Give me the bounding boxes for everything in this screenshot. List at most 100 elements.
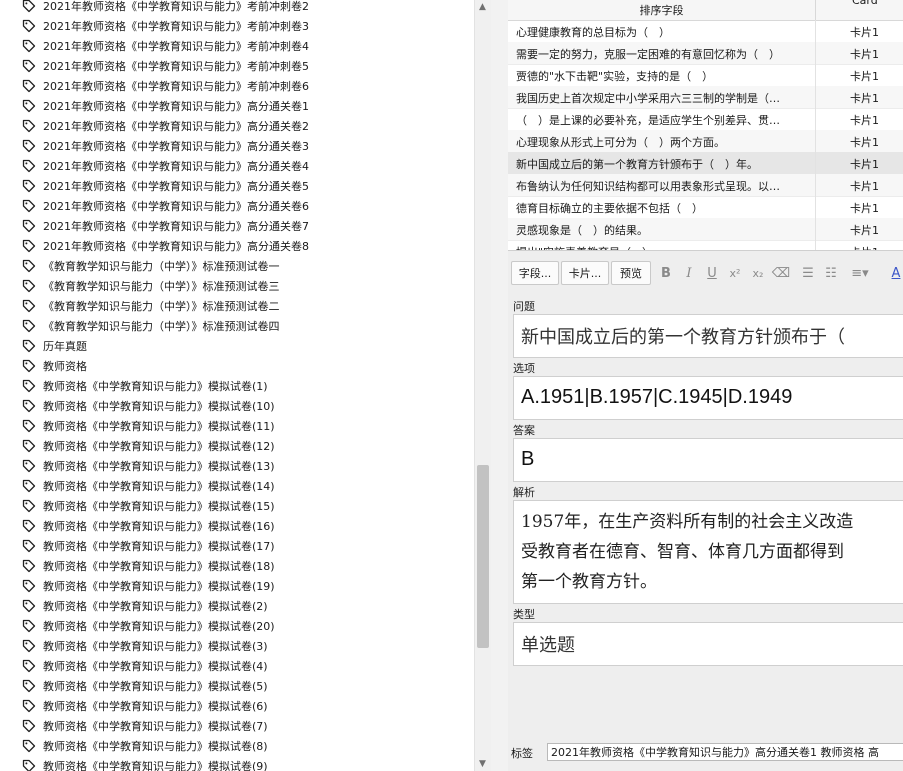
scrollbar-thumb[interactable] <box>477 465 489 648</box>
column-divider <box>815 240 816 250</box>
tag-tree-item[interactable]: 2021年教师资格《中学教育知识与能力》考前冲刺卷5 <box>0 56 474 76</box>
analysis-line[interactable]: 受教育者在德育、智育、体育几方面都得到 <box>521 537 903 567</box>
tag-tree-item[interactable]: 教师资格《中学教育知识与能力》模拟试卷(17) <box>0 536 474 556</box>
card-table: 排序字段 Card 心理健康教育的总目标为（ ）卡片1 需要一定的努力，克服一定困… <box>508 0 903 251</box>
table-row[interactable]: 提出"实施素养教育是（ ） 卡片1 <box>508 240 903 250</box>
scroll-down-arrow-icon[interactable]: ▼ <box>479 760 486 769</box>
pane-splitter[interactable] <box>491 0 508 771</box>
sort-field-cell: （ ）是上课的必要补充，是适应学生个别差异、贯… <box>516 114 780 127</box>
table-row[interactable]: 灵感现象是（ ）的结果。 卡片1 <box>508 218 903 241</box>
table-row[interactable]: （ ）是上课的必要补充，是适应学生个别差异、贯… 卡片1 <box>508 108 903 131</box>
column-header-card[interactable]: Card <box>815 0 903 20</box>
numbered-list-icon[interactable]: ☷ <box>821 265 841 283</box>
tag-tree-item[interactable]: 教师资格《中学教育知识与能力》模拟试卷(3) <box>0 636 474 656</box>
tag-tree-item[interactable]: 2021年教师资格《中学教育知识与能力》高分通关卷4 <box>0 156 474 176</box>
tag-label: 2021年教师资格《中学教育知识与能力》高分通关卷5 <box>43 180 309 193</box>
tag-tree-item[interactable]: 教师资格《中学教育知识与能力》模拟试卷(7) <box>0 716 474 736</box>
tags-input[interactable]: 2021年教师资格《中学教育知识与能力》高分通关卷1 教师资格 高 <box>547 743 903 761</box>
tag-tree-item[interactable]: 教师资格《中学教育知识与能力》模拟试卷(1) <box>0 376 474 396</box>
tag-tree-item[interactable]: 教师资格 <box>0 356 474 376</box>
tag-tree-item[interactable]: 教师资格《中学教育知识与能力》模拟试卷(4) <box>0 656 474 676</box>
eraser-icon[interactable]: ⌫ <box>771 265 791 283</box>
tag-tree-item[interactable]: 教师资格《中学教育知识与能力》模拟试卷(13) <box>0 456 474 476</box>
type-text[interactable]: 单选题 <box>514 623 903 665</box>
scroll-up-arrow-icon[interactable]: ▲ <box>479 3 486 12</box>
align-dropdown-icon[interactable]: ≡▾ <box>846 265 874 283</box>
tag-tree-item[interactable]: 教师资格《中学教育知识与能力》模拟试卷(18) <box>0 556 474 576</box>
answer-text[interactable]: B <box>514 439 903 480</box>
tag-tree-item[interactable]: 教师资格《中学教育知识与能力》模拟试卷(16) <box>0 516 474 536</box>
subscript-icon[interactable]: x₂ <box>748 265 768 283</box>
card-cell: 卡片1 <box>850 224 879 237</box>
tag-tree-item[interactable]: 教师资格《中学教育知识与能力》模拟试卷(15) <box>0 496 474 516</box>
tag-label: 教师资格《中学教育知识与能力》模拟试卷(16) <box>43 520 275 533</box>
tag-tree-item[interactable]: 2021年教师资格《中学教育知识与能力》高分通关卷8 <box>0 236 474 256</box>
cards-button[interactable]: 卡片... <box>561 261 609 285</box>
preview-button[interactable]: 预览 <box>611 261 651 285</box>
tag-tree-item[interactable]: 2021年教师资格《中学教育知识与能力》高分通关卷5 <box>0 176 474 196</box>
tag-tree-item[interactable]: 教师资格《中学教育知识与能力》模拟试卷(19) <box>0 576 474 596</box>
tag-icon <box>22 699 36 713</box>
tag-label: 2021年教师资格《中学教育知识与能力》考前冲刺卷6 <box>43 80 309 93</box>
tag-tree-item[interactable]: 《教育教学知识与能力（中学）》标准预测试卷一 <box>0 256 474 276</box>
tag-tree-item[interactable]: 教师资格《中学教育知识与能力》模拟试卷(8) <box>0 736 474 756</box>
tag-tree-item[interactable]: 教师资格《中学教育知识与能力》模拟试卷(9) <box>0 756 474 771</box>
text-color-icon[interactable]: A <box>886 265 903 283</box>
tag-tree-item[interactable]: 教师资格《中学教育知识与能力》模拟试卷(12) <box>0 436 474 456</box>
analysis-line[interactable]: 第一个教育方针。 <box>521 567 903 597</box>
table-row[interactable]: 布鲁纳认为任何知识结构都可以用表象形式呈现。以… 卡片1 <box>508 174 903 197</box>
table-row[interactable]: 心理现象从形式上可分为（ ）两个方面。 卡片1 <box>508 130 903 153</box>
bullet-list-icon[interactable]: ☰ <box>798 265 818 283</box>
tag-icon <box>22 459 36 473</box>
table-row[interactable]: 贾德的"水下击靶"实验，支持的是（ ） 卡片1 <box>508 64 903 87</box>
tag-tree-item[interactable]: 教师资格《中学教育知识与能力》模拟试卷(6) <box>0 696 474 716</box>
question-field[interactable]: 新中国成立后的第一个教育方针颁布于（ <box>513 314 903 358</box>
superscript-icon[interactable]: x² <box>725 265 745 283</box>
table-row[interactable]: 我国历史上首次规定中小学采用六三三制的学制是（… 卡片1 <box>508 86 903 109</box>
analysis-line[interactable]: 1957年，在生产资料所有制的社会主义改造 <box>521 507 903 537</box>
sort-field-cell: 需要一定的努力，克服一定困难的有意回忆称为（ ） <box>516 48 780 61</box>
tag-tree-item[interactable]: 2021年教师资格《中学教育知识与能力》考前冲刺卷6 <box>0 76 474 96</box>
options-field[interactable]: A.1951|B.1957|C.1945|D.1949 <box>513 376 903 420</box>
tag-tree-item[interactable]: 2021年教师资格《中学教育知识与能力》高分通关卷7 <box>0 216 474 236</box>
tag-label: 2021年教师资格《中学教育知识与能力》高分通关卷2 <box>43 120 309 133</box>
tag-list: 2021年教师资格《中学教育知识与能力》考前冲刺卷2 2021年教师资格《中学教育… <box>0 0 474 771</box>
question-text[interactable]: 新中国成立后的第一个教育方针颁布于（ <box>514 315 903 357</box>
tag-tree-item[interactable]: 2021年教师资格《中学教育知识与能力》高分通关卷2 <box>0 116 474 136</box>
column-divider <box>815 130 816 152</box>
tag-tree-item[interactable]: 2021年教师资格《中学教育知识与能力》高分通关卷3 <box>0 136 474 156</box>
tag-tree-item[interactable]: 2021年教师资格《中学教育知识与能力》考前冲刺卷2 <box>0 0 474 16</box>
table-row[interactable]: 需要一定的努力，克服一定困难的有意回忆称为（ ） 卡片1 <box>508 42 903 65</box>
analysis-field[interactable]: 1957年，在生产资料所有制的社会主义改造 受教育者在德育、智育、体育几方面都得… <box>513 500 903 604</box>
tag-icon <box>22 399 36 413</box>
column-header-sort-field[interactable]: 排序字段 <box>508 2 815 18</box>
options-text[interactable]: A.1951|B.1957|C.1945|D.1949 <box>514 377 903 418</box>
tag-tree-scrollbar[interactable]: ▲ ▼ <box>474 0 492 771</box>
bold-icon[interactable]: B <box>656 265 676 283</box>
underline-icon[interactable]: U <box>702 265 722 283</box>
tag-tree-item[interactable]: 2021年教师资格《中学教育知识与能力》高分通关卷6 <box>0 196 474 216</box>
tag-label: 教师资格《中学教育知识与能力》模拟试卷(17) <box>43 540 275 553</box>
answer-field[interactable]: B <box>513 438 903 482</box>
table-row[interactable]: 德育目标确立的主要依据不包括（ ） 卡片1 <box>508 196 903 219</box>
tag-tree-item[interactable]: 《教育教学知识与能力（中学）》标准预测试卷三 <box>0 276 474 296</box>
tag-tree-item[interactable]: 《教育教学知识与能力（中学）》标准预测试卷二 <box>0 296 474 316</box>
tag-tree-item[interactable]: 教师资格《中学教育知识与能力》模拟试卷(2) <box>0 596 474 616</box>
italic-icon[interactable]: I <box>679 265 699 283</box>
tag-tree-item[interactable]: 教师资格《中学教育知识与能力》模拟试卷(20) <box>0 616 474 636</box>
tag-tree-item[interactable]: 教师资格《中学教育知识与能力》模拟试卷(10) <box>0 396 474 416</box>
tag-tree-item[interactable]: 2021年教师资格《中学教育知识与能力》高分通关卷1 <box>0 96 474 116</box>
type-field[interactable]: 单选题 <box>513 622 903 666</box>
tag-tree-item[interactable]: 历年真题 <box>0 336 474 356</box>
tag-tree-item[interactable]: 2021年教师资格《中学教育知识与能力》考前冲刺卷3 <box>0 16 474 36</box>
tag-tree-item[interactable]: 2021年教师资格《中学教育知识与能力》考前冲刺卷4 <box>0 36 474 56</box>
tag-tree-item[interactable]: 教师资格《中学教育知识与能力》模拟试卷(11) <box>0 416 474 436</box>
sort-field-cell: 提出"实施素养教育是（ ） <box>516 244 806 250</box>
table-row[interactable]: 心理健康教育的总目标为（ ） 卡片1 <box>508 20 903 43</box>
tag-tree-item[interactable]: 教师资格《中学教育知识与能力》模拟试卷(5) <box>0 676 474 696</box>
tag-icon <box>22 599 36 613</box>
table-row[interactable]: 新中国成立后的第一个教育方针颁布于（ ）年。 卡片1 <box>508 152 903 175</box>
tag-tree-item[interactable]: 教师资格《中学教育知识与能力》模拟试卷(14) <box>0 476 474 496</box>
tag-tree-item[interactable]: 《教育教学知识与能力（中学）》标准预测试卷四 <box>0 316 474 336</box>
fields-button[interactable]: 字段... <box>511 261 559 285</box>
